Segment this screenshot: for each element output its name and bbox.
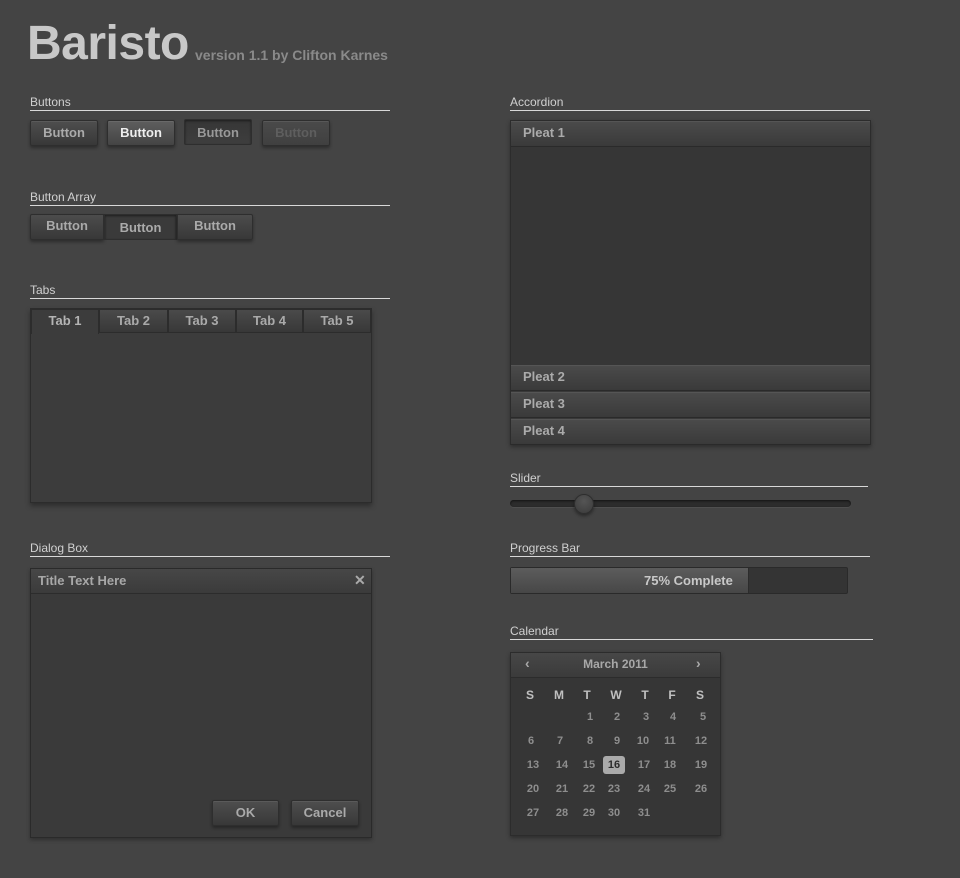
- calendar-day[interactable]: 13: [522, 756, 544, 774]
- button-array-item-1[interactable]: Button: [30, 214, 104, 240]
- calendar-weekday: T: [583, 688, 591, 702]
- calendar-day[interactable]: 26: [690, 780, 712, 798]
- app-title: Baristo: [27, 17, 189, 70]
- chevron-left-icon[interactable]: ‹: [525, 655, 530, 671]
- calendar-day[interactable]: 22: [578, 780, 600, 798]
- button-pressed[interactable]: Button: [184, 119, 252, 145]
- accordion-pleat-4[interactable]: Pleat 4: [511, 419, 870, 445]
- ok-button[interactable]: OK: [212, 800, 279, 826]
- tab-2[interactable]: Tab 2: [99, 309, 168, 333]
- calendar-day[interactable]: 27: [522, 804, 544, 822]
- slider-track[interactable]: [510, 500, 851, 507]
- calendar-day[interactable]: 18: [659, 756, 681, 774]
- calendar-day[interactable]: 31: [633, 804, 655, 822]
- button-array-item-2[interactable]: Button: [104, 214, 177, 240]
- section-label-button-array: Button Array: [30, 190, 390, 206]
- calendar-day[interactable]: 12: [690, 732, 712, 750]
- calendar-day[interactable]: 2: [606, 708, 628, 726]
- calendar-day[interactable]: 25: [659, 780, 681, 798]
- calendar-weekday: F: [668, 688, 676, 702]
- slider-thumb[interactable]: [574, 494, 595, 514]
- button-disabled: Button: [262, 120, 330, 146]
- section-label-accordion: Accordion: [510, 95, 870, 111]
- calendar-day[interactable]: 5: [692, 708, 714, 726]
- calendar-day[interactable]: 17: [633, 756, 655, 774]
- progress-label: 75% Complete: [644, 573, 733, 588]
- calendar-day[interactable]: 4: [662, 708, 684, 726]
- calendar-day[interactable]: 10: [632, 732, 654, 750]
- accordion-pleat-2[interactable]: Pleat 2: [511, 365, 870, 391]
- calendar-day[interactable]: 20: [522, 780, 544, 798]
- calendar-day[interactable]: 6: [520, 732, 542, 750]
- calendar-day[interactable]: 28: [551, 804, 573, 822]
- calendar-day[interactable]: 3: [635, 708, 657, 726]
- section-label-progress: Progress Bar: [510, 541, 870, 557]
- close-icon[interactable]: ✕: [354, 572, 366, 589]
- calendar-weekday: M: [554, 688, 564, 702]
- calendar-day[interactable]: 30: [603, 804, 625, 822]
- calendar-day[interactable]: 9: [606, 732, 628, 750]
- calendar-day[interactable]: 14: [551, 756, 573, 774]
- calendar-weekday: S: [525, 688, 534, 702]
- calendar-day[interactable]: 8: [579, 732, 601, 750]
- calendar-weekday: S: [695, 688, 704, 702]
- calendar-day[interactable]: 29: [578, 804, 600, 822]
- button-array-item-3[interactable]: Button: [177, 214, 253, 240]
- dialog-box: [30, 568, 372, 838]
- chevron-right-icon[interactable]: ›: [696, 655, 701, 671]
- button-hover[interactable]: Button: [107, 120, 175, 146]
- section-label-slider: Slider: [510, 471, 868, 487]
- calendar-month-label: March 2011: [583, 657, 648, 671]
- section-label-buttons: Buttons: [30, 95, 390, 111]
- tab-3[interactable]: Tab 3: [168, 309, 236, 333]
- calendar-day-selected[interactable]: 16: [603, 756, 625, 774]
- section-label-dialog: Dialog Box: [30, 541, 390, 557]
- app-subtitle: version 1.1 by Clifton Karnes: [195, 47, 388, 63]
- tab-panel: [30, 308, 372, 503]
- section-label-calendar: Calendar: [510, 624, 873, 640]
- dialog-title: Title Text Here: [38, 573, 127, 588]
- accordion-pleat-1-content: [511, 147, 870, 365]
- tab-5[interactable]: Tab 5: [303, 309, 371, 333]
- calendar-weekday: T: [641, 688, 649, 702]
- calendar-day[interactable]: 1: [579, 708, 601, 726]
- calendar-day[interactable]: 24: [633, 780, 655, 798]
- calendar-day[interactable]: 11: [659, 732, 681, 750]
- cancel-button[interactable]: Cancel: [291, 800, 359, 826]
- calendar-weekday: W: [610, 688, 622, 702]
- tab-4[interactable]: Tab 4: [236, 309, 303, 333]
- button-normal[interactable]: Button: [30, 120, 98, 146]
- progress-bar: 75% Complete: [510, 567, 848, 594]
- section-label-tabs: Tabs: [30, 283, 390, 299]
- calendar-day[interactable]: 23: [603, 780, 625, 798]
- accordion-pleat-3[interactable]: Pleat 3: [511, 392, 870, 418]
- calendar-day[interactable]: 15: [578, 756, 600, 774]
- calendar-day[interactable]: 21: [551, 780, 573, 798]
- tab-1[interactable]: Tab 1: [31, 309, 99, 334]
- calendar-day[interactable]: 7: [549, 732, 571, 750]
- accordion-pleat-1[interactable]: Pleat 1: [511, 121, 870, 147]
- calendar-day[interactable]: 19: [690, 756, 712, 774]
